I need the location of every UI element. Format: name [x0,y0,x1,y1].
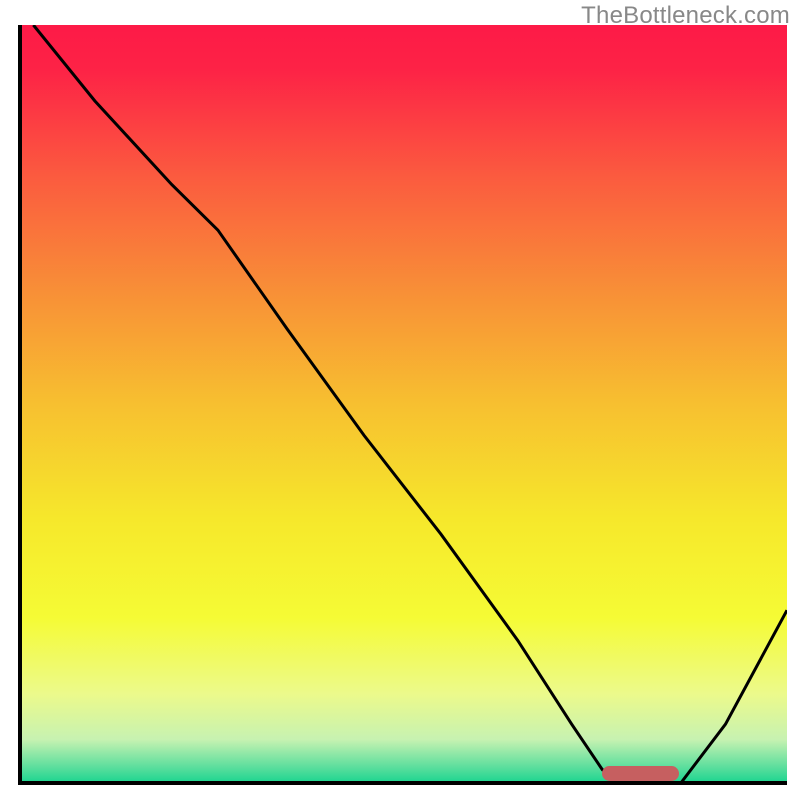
chart-container: TheBottleneck.com [0,0,800,800]
plot-area [18,25,787,785]
bottleneck-curve [18,25,787,785]
optimal-band-marker [602,766,679,781]
x-axis [18,781,787,785]
watermark-text: TheBottleneck.com [581,2,790,30]
y-axis [18,25,22,785]
